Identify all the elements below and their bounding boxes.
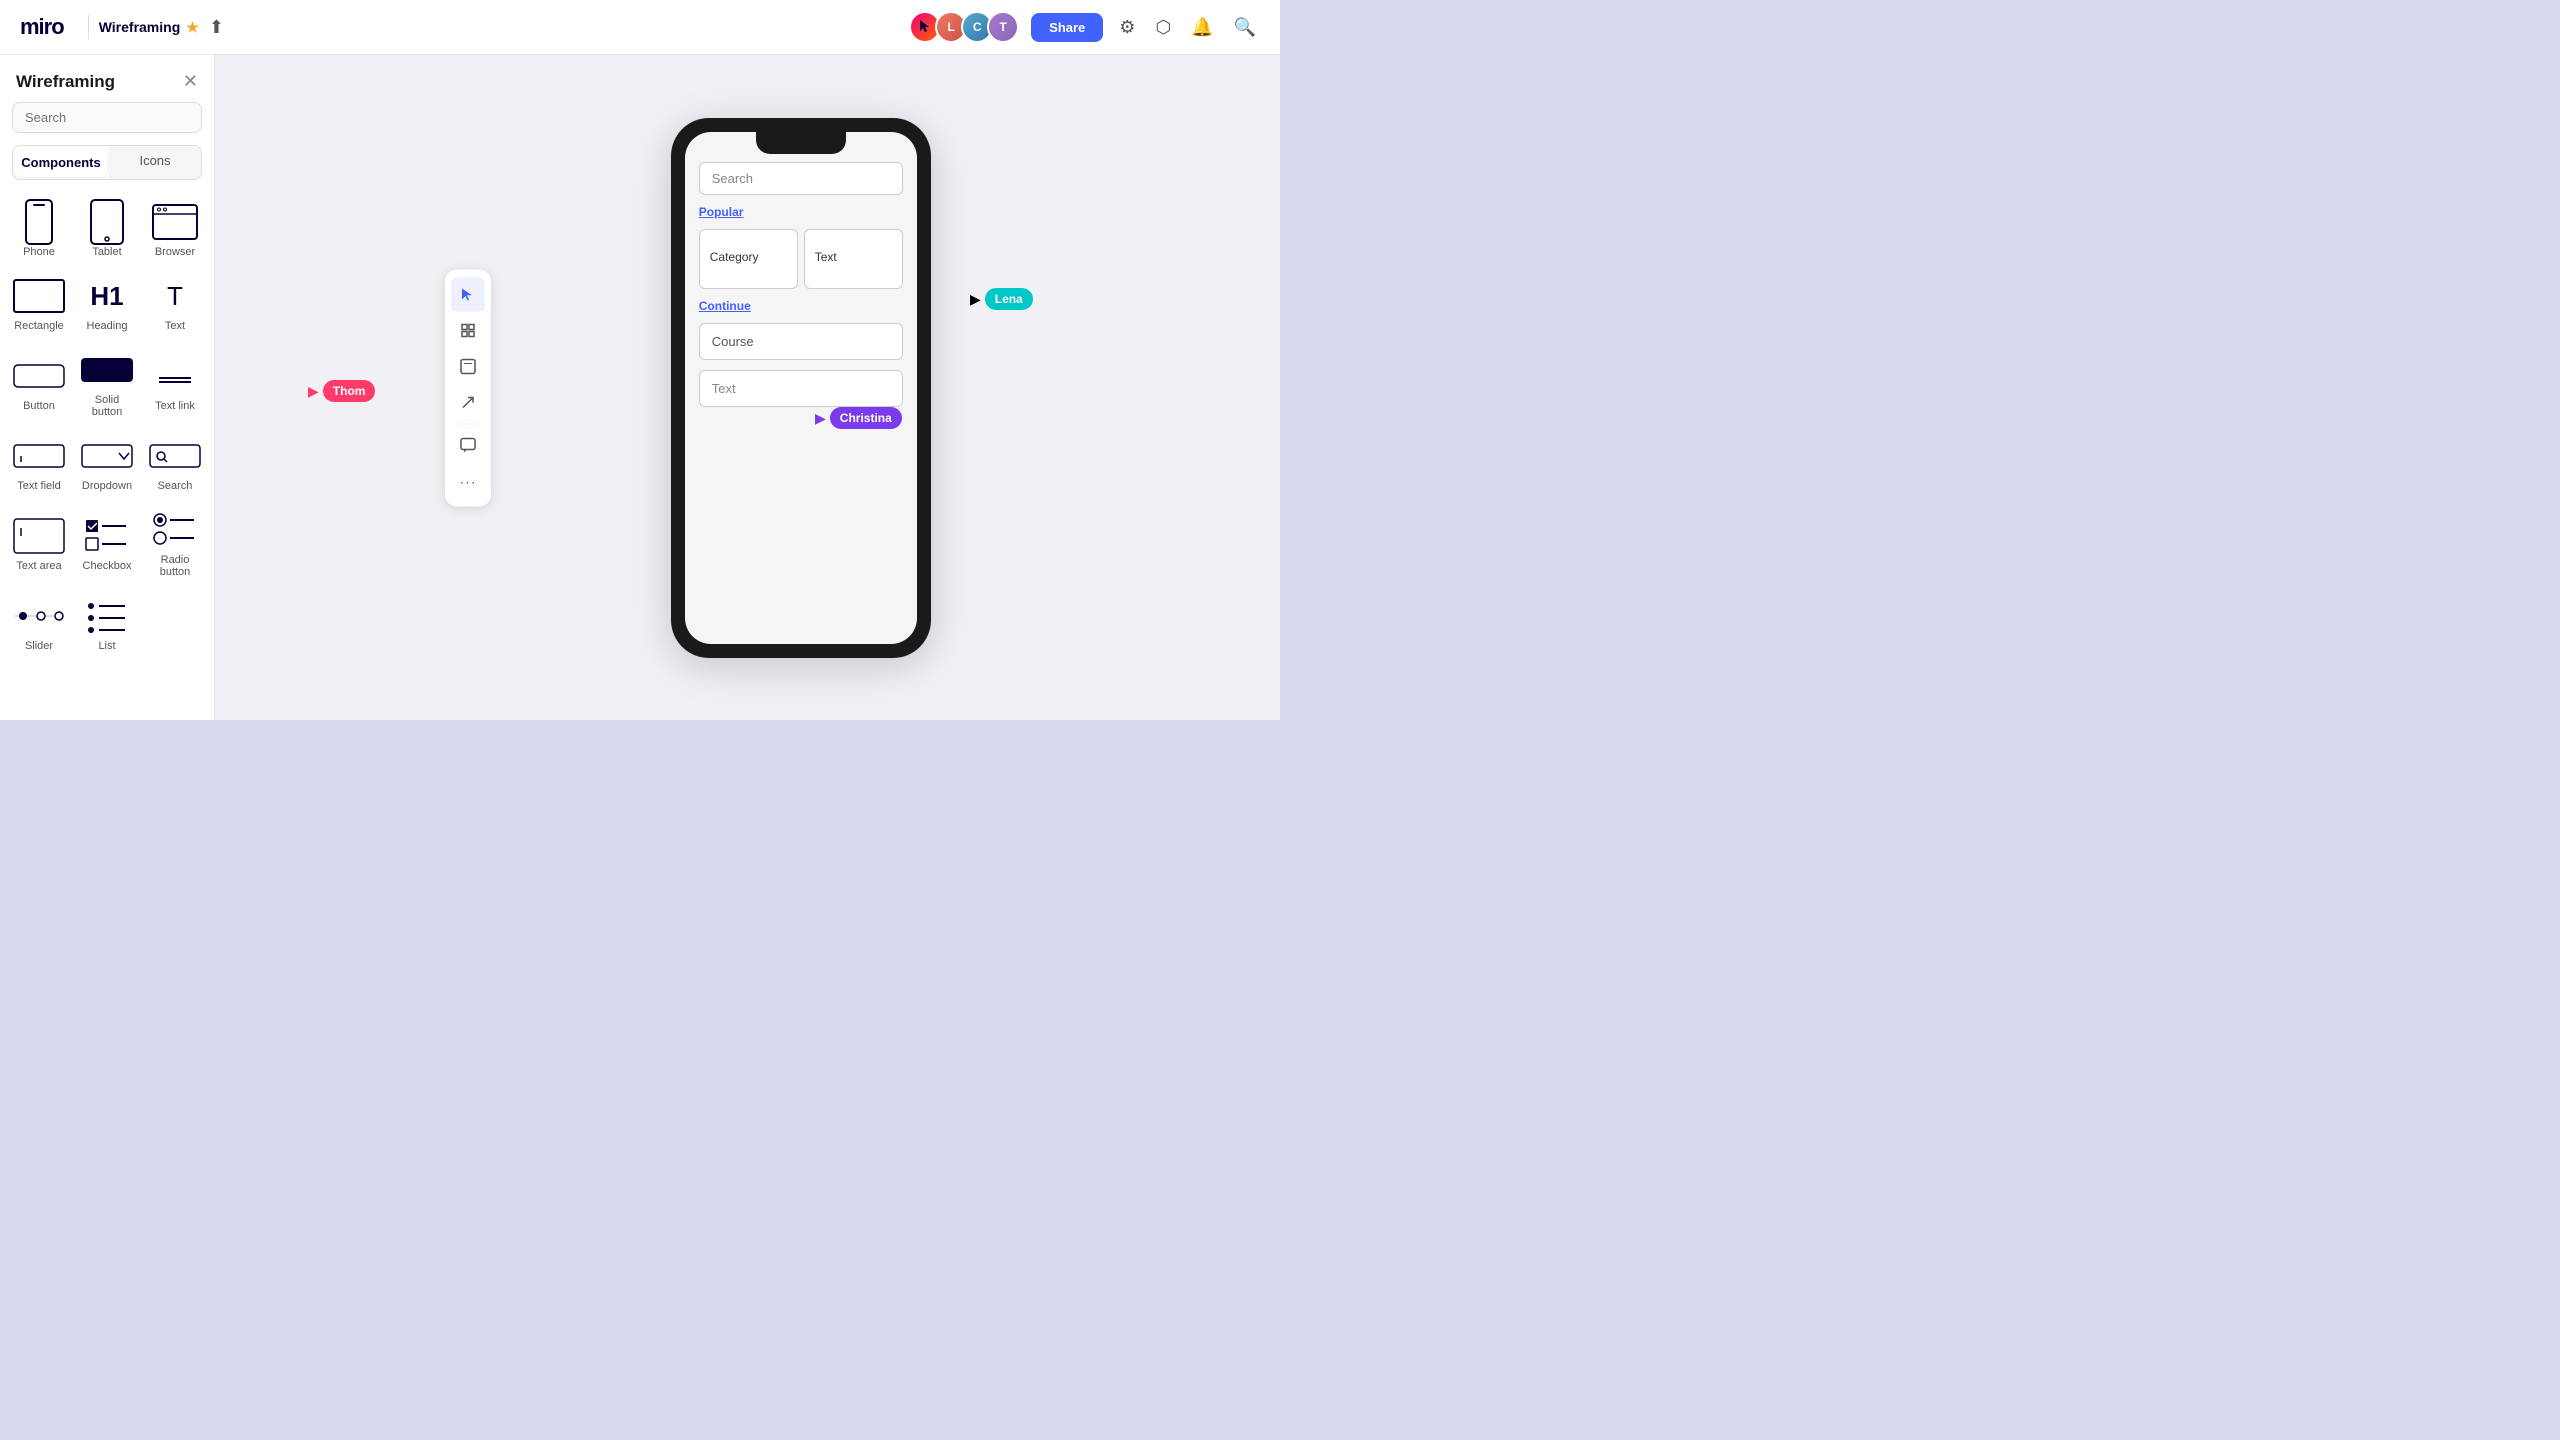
left-panel: Wireframing ✕ Components Icons Phone (0, 55, 215, 720)
component-search[interactable]: Search (142, 426, 208, 498)
component-dropdown[interactable]: Dropdown (74, 426, 140, 498)
phone-content: Search Popular Category Text Continue Co… (685, 132, 917, 421)
component-text-link-label: Text link (155, 400, 195, 412)
panel-tabs: Components Icons (12, 145, 202, 180)
upload-icon[interactable]: ⬆ (209, 17, 224, 38)
notifications-icon[interactable]: 🔔 (1187, 13, 1217, 42)
toolbar-comment[interactable] (451, 428, 485, 462)
toolbar-select[interactable] (451, 277, 485, 311)
avatar-3: T (987, 11, 1019, 43)
thom-badge: Thom (323, 380, 376, 402)
search-icon[interactable]: 🔍 (1230, 13, 1260, 42)
toolbar-connector[interactable] (451, 385, 485, 419)
phone-screen: Search Popular Category Text Continue Co… (685, 132, 917, 644)
component-rectangle[interactable]: Rectangle (6, 266, 72, 338)
component-rectangle-label: Rectangle (14, 320, 64, 332)
logo: miro (20, 14, 64, 40)
component-browser[interactable]: Browser (142, 192, 208, 264)
phone-category-box[interactable]: Category (699, 229, 798, 289)
phone-course-field[interactable]: Course (699, 323, 903, 360)
toolbar-separator (458, 423, 478, 424)
phone-search-field[interactable]: Search (699, 162, 903, 195)
component-text[interactable]: T Text (142, 266, 208, 338)
phone-frame: Search Popular Category Text Continue Co… (671, 118, 931, 658)
canvas-toolbar: ··· (445, 269, 491, 506)
topbar: miro Wireframing ★ ⬆ L C T Share ⚙ ⬡ 🔔 🔍 (0, 0, 1280, 55)
cursor-lena: ▶ Lena (970, 288, 1033, 310)
component-text-field[interactable]: Text field (6, 426, 72, 498)
phone-text-field-2[interactable]: Text (699, 370, 903, 407)
component-phone[interactable]: Phone (6, 192, 72, 264)
phone-text-box-1[interactable]: Text (804, 229, 903, 289)
component-text-label: Text (165, 320, 185, 332)
component-text-area[interactable]: Text area (6, 500, 72, 584)
learn-icon[interactable]: ⬡ (1151, 13, 1175, 42)
share-button[interactable]: Share (1031, 13, 1103, 42)
component-dropdown-label: Dropdown (82, 480, 132, 492)
topbar-divider (88, 15, 89, 39)
avatar-group: L C T (909, 11, 1019, 43)
panel-title: Wireframing (16, 72, 115, 92)
canvas-area: ··· Search Popular Category Text Continu… (215, 55, 1280, 720)
settings-icon[interactable]: ⚙ (1115, 13, 1139, 42)
component-radio-button[interactable]: Radio button (142, 500, 208, 584)
component-heading[interactable]: H1 Heading (74, 266, 140, 338)
cursor-thom: ▶ Thom (308, 380, 375, 402)
phone-categories: Category Text (699, 229, 903, 289)
panel-header: Wireframing ✕ (0, 55, 214, 102)
cursor-christina: ▶ Christina (815, 407, 902, 429)
component-browser-label: Browser (155, 246, 195, 258)
star-icon[interactable]: ★ (186, 19, 199, 36)
component-list-label: List (98, 640, 115, 652)
component-button[interactable]: Button (6, 340, 72, 424)
component-solid-button[interactable]: Solid button (74, 340, 140, 424)
components-grid: Phone Tablet Browser (0, 192, 214, 658)
component-heading-label: Heading (87, 320, 128, 332)
lena-badge: Lena (985, 288, 1033, 310)
component-button-label: Button (23, 400, 55, 412)
component-search-label: Search (158, 480, 193, 492)
toolbar-more[interactable]: ··· (451, 464, 485, 498)
component-text-area-label: Text area (16, 560, 61, 572)
topbar-right: L C T Share ⚙ ⬡ 🔔 🔍 (909, 11, 1260, 43)
board-name: Wireframing ★ (99, 19, 199, 36)
component-text-field-label: Text field (17, 480, 60, 492)
phone-continue-link[interactable]: Continue (699, 299, 903, 313)
phone-popular-link[interactable]: Popular (699, 205, 903, 219)
component-checkbox[interactable]: Checkbox (74, 500, 140, 584)
toolbar-sticky[interactable] (451, 349, 485, 383)
component-solid-button-label: Solid button (78, 394, 136, 418)
component-tablet[interactable]: Tablet (74, 192, 140, 264)
tab-icons[interactable]: Icons (109, 146, 201, 179)
component-radio-button-label: Radio button (146, 554, 204, 578)
component-slider-label: Slider (25, 640, 53, 652)
component-slider[interactable]: Slider (6, 586, 72, 658)
component-tablet-label: Tablet (92, 246, 121, 258)
tab-components[interactable]: Components (15, 148, 107, 177)
component-list[interactable]: List (74, 586, 140, 658)
christina-badge: Christina (830, 407, 902, 429)
phone-notch (756, 132, 846, 154)
close-icon[interactable]: ✕ (183, 71, 198, 92)
component-phone-label: Phone (23, 246, 55, 258)
component-checkbox-label: Checkbox (83, 560, 132, 572)
panel-search-input[interactable] (12, 102, 202, 133)
toolbar-frame[interactable] (451, 313, 485, 347)
component-text-link[interactable]: Text link (142, 340, 208, 424)
